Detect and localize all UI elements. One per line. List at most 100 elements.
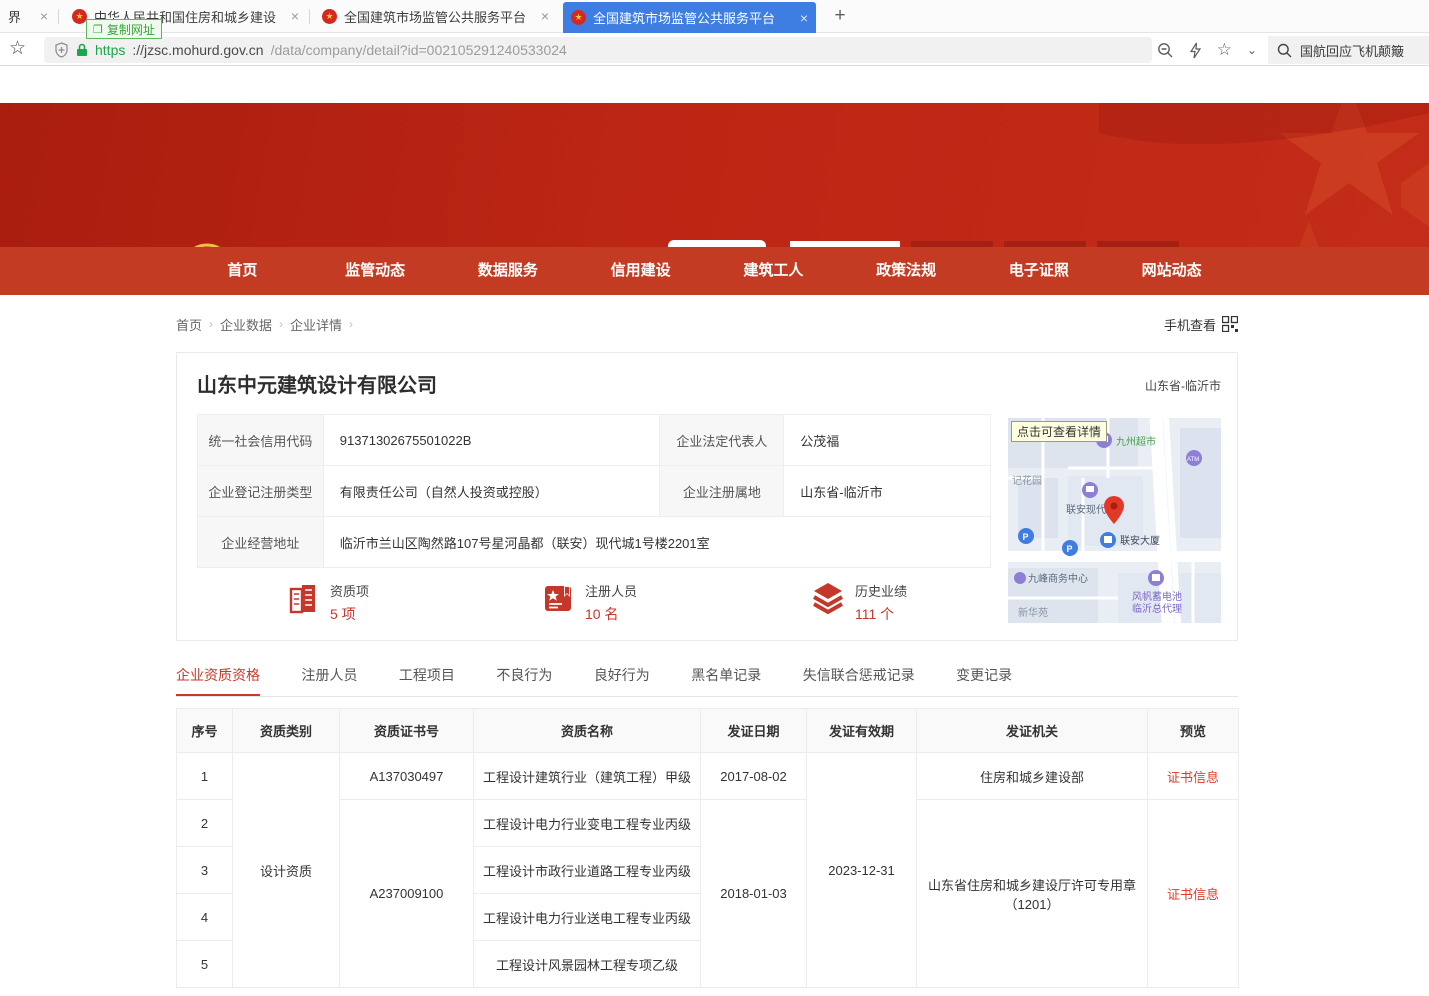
copy-url-tooltip: ❐ 复制网址: [86, 19, 162, 39]
cell-no: 2: [177, 800, 233, 847]
close-icon[interactable]: ×: [541, 9, 549, 23]
flag-decoration: [1099, 103, 1429, 247]
map-label-lianan-tower: 联安大厦: [1120, 534, 1160, 547]
nav-item-credit[interactable]: 信用建设: [574, 247, 707, 295]
tab-title: 界: [8, 7, 33, 26]
flash-icon[interactable]: [1189, 42, 1202, 59]
location-map[interactable]: 九州超市 ATM 记花园 联安现代城 联安大厦 P P 九峰商务中心: [1008, 418, 1221, 623]
certificate-info-link[interactable]: 证书信息: [1167, 770, 1219, 785]
tab-bad-behavior[interactable]: 不良行为: [496, 665, 552, 694]
nav-item-data-service[interactable]: 数据服务: [442, 247, 575, 295]
tab-qualifications[interactable]: 企业资质资格: [176, 665, 260, 696]
bookmark-star-icon[interactable]: ☆: [9, 37, 26, 60]
qr-icon: [1222, 316, 1238, 332]
cell-name: 工程设计电力行业送电工程专业丙级: [474, 894, 701, 941]
stat-label: 历史业绩: [855, 581, 907, 600]
tab-dishonesty-records[interactable]: 失信联合惩戒记录: [803, 665, 915, 694]
col-header-name: 资质名称: [474, 709, 701, 753]
tab-blacklist[interactable]: 黑名单记录: [691, 665, 761, 694]
nav-item-site-news[interactable]: 网站动态: [1105, 247, 1238, 295]
tab-projects[interactable]: 工程项目: [399, 665, 455, 694]
stat-value: 111 个: [855, 604, 907, 624]
new-tab-icon[interactable]: +: [828, 5, 852, 29]
url-host: ://jzsc.mohurd.gov.cn: [132, 42, 263, 58]
close-icon[interactable]: ×: [800, 11, 808, 25]
nav-item-workers[interactable]: 建筑工人: [707, 247, 840, 295]
detail-tabs: 企业资质资格 注册人员 工程项目 不良行为 良好行为 黑名单记录 失信联合惩戒记…: [176, 665, 1238, 697]
breadcrumb-home[interactable]: 首页: [176, 315, 202, 334]
map-label-garden: 记花园: [1012, 474, 1042, 487]
close-icon[interactable]: ×: [40, 9, 48, 23]
cell-name: 工程设计建筑行业（建筑工程）甲级: [474, 753, 701, 800]
qualification-building-icon: [286, 581, 320, 615]
tab-title: 全国建筑市场监管公共服务平台: [593, 8, 793, 27]
certificate-info-link[interactable]: 证书信息: [1167, 887, 1219, 902]
chevron-down-icon[interactable]: ⌄: [1247, 43, 1257, 57]
close-icon[interactable]: ×: [291, 9, 299, 23]
tab-change-records[interactable]: 变更记录: [956, 665, 1012, 694]
parking-icon: P: [1067, 544, 1073, 554]
search-icon: [1277, 43, 1292, 58]
tab-good-behavior[interactable]: 良好行为: [594, 665, 650, 694]
breadcrumb-enterprise-data[interactable]: 企业数据: [220, 315, 272, 334]
browser-tab-2[interactable]: ★ 全国建筑市场监管公共服务平台 ×: [314, 0, 557, 32]
company-name: 山东中元建筑设计有限公司: [197, 369, 437, 398]
lock-icon: [76, 43, 88, 57]
tab-title: 全国建筑市场监管公共服务平台: [344, 7, 534, 26]
col-header-authority: 发证机关: [917, 709, 1148, 753]
stat-registered-personnel[interactable]: 注册人员 10 名: [541, 581, 637, 624]
credit-code-value: 91371302675501022B: [323, 415, 660, 466]
breadcrumb: 首页 › 企业数据 › 企业详情 ›: [176, 315, 353, 334]
cell-cert-no: A237009100: [340, 800, 474, 988]
nav-item-policy[interactable]: 政策法规: [840, 247, 973, 295]
nav-item-home[interactable]: 首页: [176, 247, 309, 295]
tab-registered-personnel[interactable]: 注册人员: [301, 665, 357, 694]
cell-name: 工程设计市政行业道路工程专业丙级: [474, 847, 701, 894]
copy-icon: ❐: [93, 23, 103, 36]
stat-historical-performance[interactable]: 历史业绩 111 个: [811, 581, 907, 624]
zoom-out-icon[interactable]: [1157, 42, 1174, 59]
mobile-view[interactable]: 手机查看: [1164, 315, 1238, 334]
url-bar[interactable]: https://jzsc.mohurd.gov.cn/data/company/…: [44, 37, 1152, 63]
cell-name: 工程设计风景园林工程专项乙级: [474, 941, 701, 988]
performance-layers-icon: [811, 581, 845, 615]
table-header-row: 序号 资质类别 资质证书号 资质名称 发证日期 发证有效期 发证机关 预览: [177, 709, 1239, 753]
main-navigation: 首页 监管动态 数据服务 信用建设 建筑工人 政策法规 电子证照 网站动态: [0, 247, 1429, 295]
browser-tab-3-active[interactable]: ★ 全国建筑市场监管公共服务平台 ×: [563, 2, 816, 33]
cell-no: 3: [177, 847, 233, 894]
star-icon[interactable]: ☆: [1217, 40, 1232, 60]
site-favicon-icon: ★: [322, 9, 337, 24]
company-detail-card: 山东中元建筑设计有限公司 山东省-临沂市 统一社会信用代码 9137130267…: [176, 352, 1238, 641]
col-header-issue-date: 发证日期: [701, 709, 807, 753]
breadcrumb-enterprise-detail[interactable]: 企业详情: [290, 315, 342, 334]
col-header-category: 资质类别: [233, 709, 340, 753]
browser-tab-strip: 界 × ★ 中华人民共和国住房和城乡建设 × ★ 全国建筑市场监管公共服务平台 …: [0, 0, 1429, 33]
shield-icon[interactable]: [54, 42, 69, 58]
cell-authority: 山东省住房和城乡建设厅许可专用章（1201）: [917, 800, 1148, 988]
site-favicon-icon: ★: [571, 10, 586, 25]
nav-item-e-license[interactable]: 电子证照: [973, 247, 1106, 295]
chevron-separator-icon: ›: [349, 317, 353, 331]
col-header-preview: 预览: [1148, 709, 1239, 753]
cell-cert-no: A137030497: [340, 753, 474, 800]
browser-search-box[interactable]: 国航回应飞机颠簸: [1268, 36, 1429, 64]
map-label-supermarket: 九州超市: [1116, 435, 1156, 448]
legal-rep-label: 企业法定代表人: [660, 415, 784, 466]
cell-issue-date: 2017-08-02: [701, 753, 807, 800]
nav-item-supervision[interactable]: 监管动态: [309, 247, 442, 295]
cell-issue-date: 2018-01-03: [701, 800, 807, 988]
credit-code-label: 统一社会信用代码: [198, 415, 324, 466]
reg-type-value: 有限责任公司（自然人投资或控股）: [323, 466, 660, 517]
stat-label: 注册人员: [585, 581, 637, 600]
qualification-table: 序号 资质类别 资质证书号 资质名称 发证日期 发证有效期 发证机关 预览 1 …: [176, 708, 1239, 988]
site-header: 中华人民共和国住房和城乡建设部 www.mohurd.gov.cn 全国建筑市场…: [0, 103, 1429, 247]
browser-tab-0[interactable]: 界 ×: [0, 0, 56, 32]
stat-qualifications[interactable]: 资质项 5 项: [286, 581, 369, 624]
map-label-business-center: 九峰商务中心: [1028, 572, 1088, 585]
stat-label: 资质项: [330, 581, 369, 600]
map-label-battery-1: 风帆蓄电池: [1132, 590, 1182, 603]
url-scheme: https: [95, 42, 125, 58]
parking-icon: P: [1023, 532, 1029, 542]
address-label: 企业经营地址: [198, 517, 324, 568]
company-info-table: 统一社会信用代码 91371302675501022B 企业法定代表人 公茂福 …: [197, 414, 991, 568]
